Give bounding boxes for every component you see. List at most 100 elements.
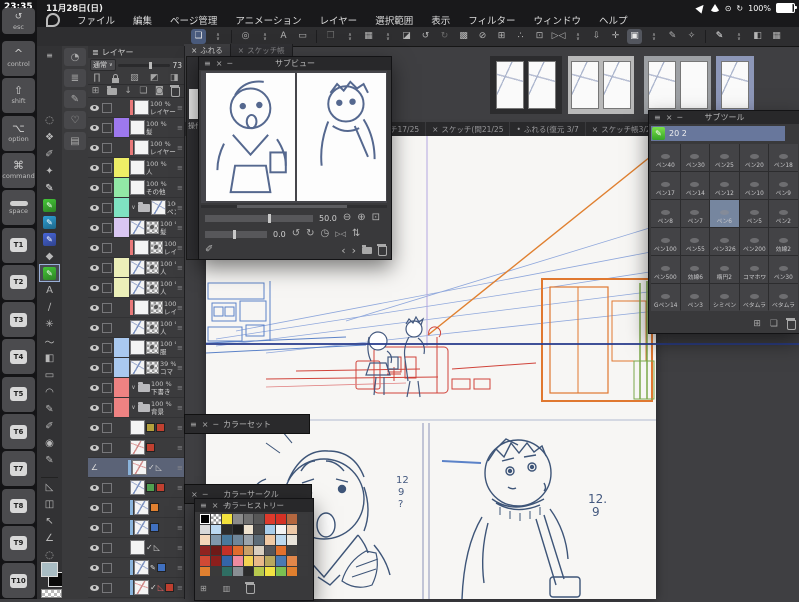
layer-thumbnail[interactable] <box>130 320 145 335</box>
layer-thumbnail[interactable] <box>130 480 145 495</box>
page-thumbnail[interactable] <box>571 61 599 109</box>
speedline-tool[interactable]: ◺ <box>40 479 59 495</box>
pen-cursor-button-icon[interactable]: ✎ <box>712 29 727 44</box>
layer-menu-icon[interactable]: ≡ <box>177 424 184 432</box>
hand-tool[interactable]: ❖ <box>40 129 59 145</box>
tool-palette-menu-icon[interactable]: ≡ <box>40 47 59 63</box>
curve-tool[interactable]: ～ <box>40 333 59 349</box>
layer-menu-icon[interactable]: ≡ <box>177 484 184 492</box>
fit-icon[interactable]: ⊡ <box>372 213 380 223</box>
layer-mask-icon[interactable] <box>150 301 163 314</box>
layer-row[interactable]: ≡ <box>88 478 184 498</box>
layer-visibility-icon[interactable] <box>89 264 100 271</box>
zoom-in-icon[interactable]: ⊕ <box>357 213 365 223</box>
layer-thumbnail[interactable] <box>151 200 166 215</box>
layer-row[interactable]: 39 % コマ ≡ <box>88 358 184 378</box>
subtool-item[interactable]: ペン8 <box>651 200 680 227</box>
history-swatch[interactable] <box>232 566 243 576</box>
operate-tool-icon[interactable]: ❏ <box>191 29 206 44</box>
menu-icon[interactable]: ≡ <box>654 113 661 122</box>
clip-at-layer-icon[interactable]: ∏ <box>94 73 101 83</box>
history-swatch[interactable] <box>243 524 254 534</box>
history-swatch[interactable] <box>276 524 287 534</box>
history-swatch[interactable] <box>243 514 254 524</box>
layer-checkbox[interactable] <box>102 382 112 393</box>
clear-button-icon[interactable]: ⊘ <box>475 29 490 44</box>
subtool-item[interactable]: ペン3 <box>680 284 710 311</box>
layer-menu-icon[interactable]: ≡ <box>177 264 184 272</box>
history-swatch[interactable] <box>232 535 243 545</box>
frame-tool[interactable]: ▭ <box>40 367 59 383</box>
redo-button-icon[interactable]: ↻ <box>437 29 452 44</box>
watercolor-tool[interactable]: ✎ <box>40 214 59 230</box>
layer-row[interactable]: 100 % その他 ≡ <box>88 178 184 198</box>
history-swatch[interactable] <box>276 566 287 576</box>
layer-menu-icon[interactable]: ≡ <box>177 364 184 372</box>
airbrush-tool[interactable]: ✎ <box>40 231 59 247</box>
history-swatch[interactable] <box>221 545 232 555</box>
history-swatch[interactable] <box>254 545 265 555</box>
history-swatch[interactable] <box>210 556 221 566</box>
menu-icon[interactable]: ≡ <box>200 501 207 510</box>
layer-row[interactable]: 100 %人≡ <box>88 278 184 298</box>
layer-checkbox[interactable] <box>102 322 112 333</box>
page-thumbnail[interactable] <box>603 61 631 109</box>
layer-menu-icon[interactable]: ≡ <box>177 244 184 252</box>
layer-visibility-icon[interactable] <box>89 484 100 491</box>
layer-row[interactable]: ∠ ✓ ◺ ≡ <box>88 458 184 478</box>
export-button-icon[interactable]: ⇩ <box>589 29 604 44</box>
layer-visibility-icon[interactable] <box>89 284 100 291</box>
layer-visibility-icon[interactable] <box>89 404 100 411</box>
tab-close-icon[interactable]: × <box>592 125 598 134</box>
operate-chevrons-icon[interactable]: ∧ ∨ <box>210 29 225 44</box>
flip-chevrons-icon[interactable]: ∧ ∨ <box>570 29 585 44</box>
decoration-tool[interactable]: ✳ <box>40 316 59 332</box>
history-swatch[interactable] <box>265 566 276 576</box>
layer-checkbox[interactable] <box>102 442 112 453</box>
horizontal-ruler-guide[interactable] <box>206 343 799 345</box>
layer-menu-icon[interactable]: ≡ <box>177 384 184 392</box>
fill-tool[interactable]: ◧ <box>40 350 59 366</box>
history-swatch[interactable] <box>287 524 298 534</box>
layer-row[interactable]: ∨ 100 % 背景 ≡ <box>88 398 184 418</box>
layer-visibility-icon[interactable] <box>89 364 100 371</box>
layer-row[interactable]: ≡ <box>88 438 184 458</box>
flip-horizontal-button-icon[interactable]: ▷◁ <box>551 29 566 44</box>
move-page-button-icon[interactable]: ❒ <box>323 29 338 44</box>
subtool-item[interactable]: ペン14 <box>680 172 710 199</box>
layer-row[interactable]: 100 %髪≡ <box>88 118 184 138</box>
page-thumbnail[interactable] <box>528 61 556 109</box>
favorites-panel-button[interactable]: ♡ <box>64 111 86 129</box>
line-correct-tool[interactable]: ∠ <box>40 530 59 546</box>
layer-menu-icon[interactable]: ≡ <box>177 464 184 472</box>
zoom-slider[interactable] <box>205 213 313 223</box>
layer-mask-icon[interactable] <box>146 361 159 374</box>
subtool-item[interactable]: ペン18 <box>769 144 798 171</box>
subtool-item[interactable]: ペン17 <box>651 172 680 199</box>
layer-mask-icon[interactable] <box>146 261 159 274</box>
layer-menu-icon[interactable]: ≡ <box>177 524 184 532</box>
duplicate-subtool-icon[interactable]: ❏ <box>770 319 778 329</box>
select-pen-button-icon[interactable]: ✎ <box>665 29 680 44</box>
object-select-tool[interactable]: ↖ <box>40 513 59 529</box>
crop-button-icon[interactable]: ✛ <box>608 29 623 44</box>
next-image-icon[interactable]: › <box>352 245 356 256</box>
new-folder-icon[interactable] <box>106 85 117 95</box>
history-swatch[interactable] <box>232 514 243 524</box>
history-swatch[interactable] <box>298 514 308 524</box>
layer-visibility-icon[interactable] <box>89 144 100 151</box>
layer-visibility-icon[interactable] <box>89 164 100 171</box>
layer-checkbox[interactable] <box>102 402 112 413</box>
history-swatch[interactable] <box>221 535 232 545</box>
history-swatch[interactable] <box>232 556 243 566</box>
minimize-icon[interactable]: ─ <box>223 501 228 510</box>
menu-item-0[interactable]: ファイル <box>68 13 124 27</box>
layer-visibility-icon[interactable] <box>89 524 100 531</box>
subtool-item[interactable]: ペン200 <box>739 228 769 255</box>
auto-action-button-icon[interactable]: ✧ <box>684 29 699 44</box>
history-swatch[interactable] <box>254 524 265 534</box>
layer-thumbnail[interactable] <box>130 360 145 375</box>
active-pen-tool[interactable]: ✎ <box>39 264 60 282</box>
layer-checkbox[interactable] <box>102 282 112 293</box>
subview-page-left[interactable] <box>206 73 295 201</box>
